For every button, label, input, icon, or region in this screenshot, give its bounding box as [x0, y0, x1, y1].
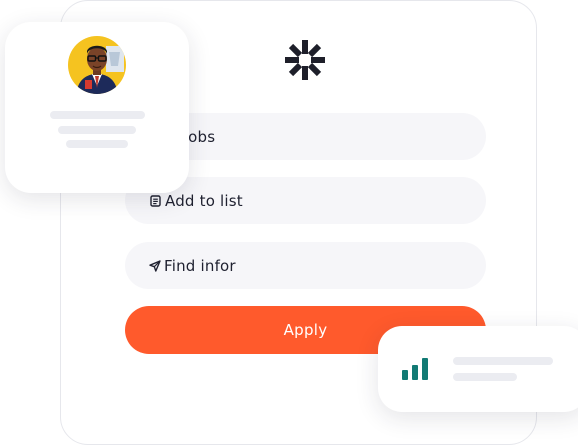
apply-button-label: Apply — [283, 321, 328, 339]
stats-card — [378, 326, 578, 412]
skeleton-line — [50, 111, 145, 119]
add-to-list-label: Add to list — [165, 191, 243, 210]
profile-card — [5, 22, 189, 193]
bar-chart-icon — [402, 358, 428, 380]
asterisk-logo-icon — [285, 40, 325, 80]
find-info-button[interactable]: Find infor — [125, 242, 486, 289]
avatar — [68, 36, 126, 94]
skeleton-line — [453, 357, 553, 365]
skeleton-line — [66, 140, 128, 148]
skeleton-line — [58, 126, 136, 134]
clipboard-icon — [149, 194, 162, 207]
send-icon — [148, 259, 161, 272]
find-info-label: Find infor — [164, 256, 236, 275]
skeleton-line — [453, 373, 517, 381]
